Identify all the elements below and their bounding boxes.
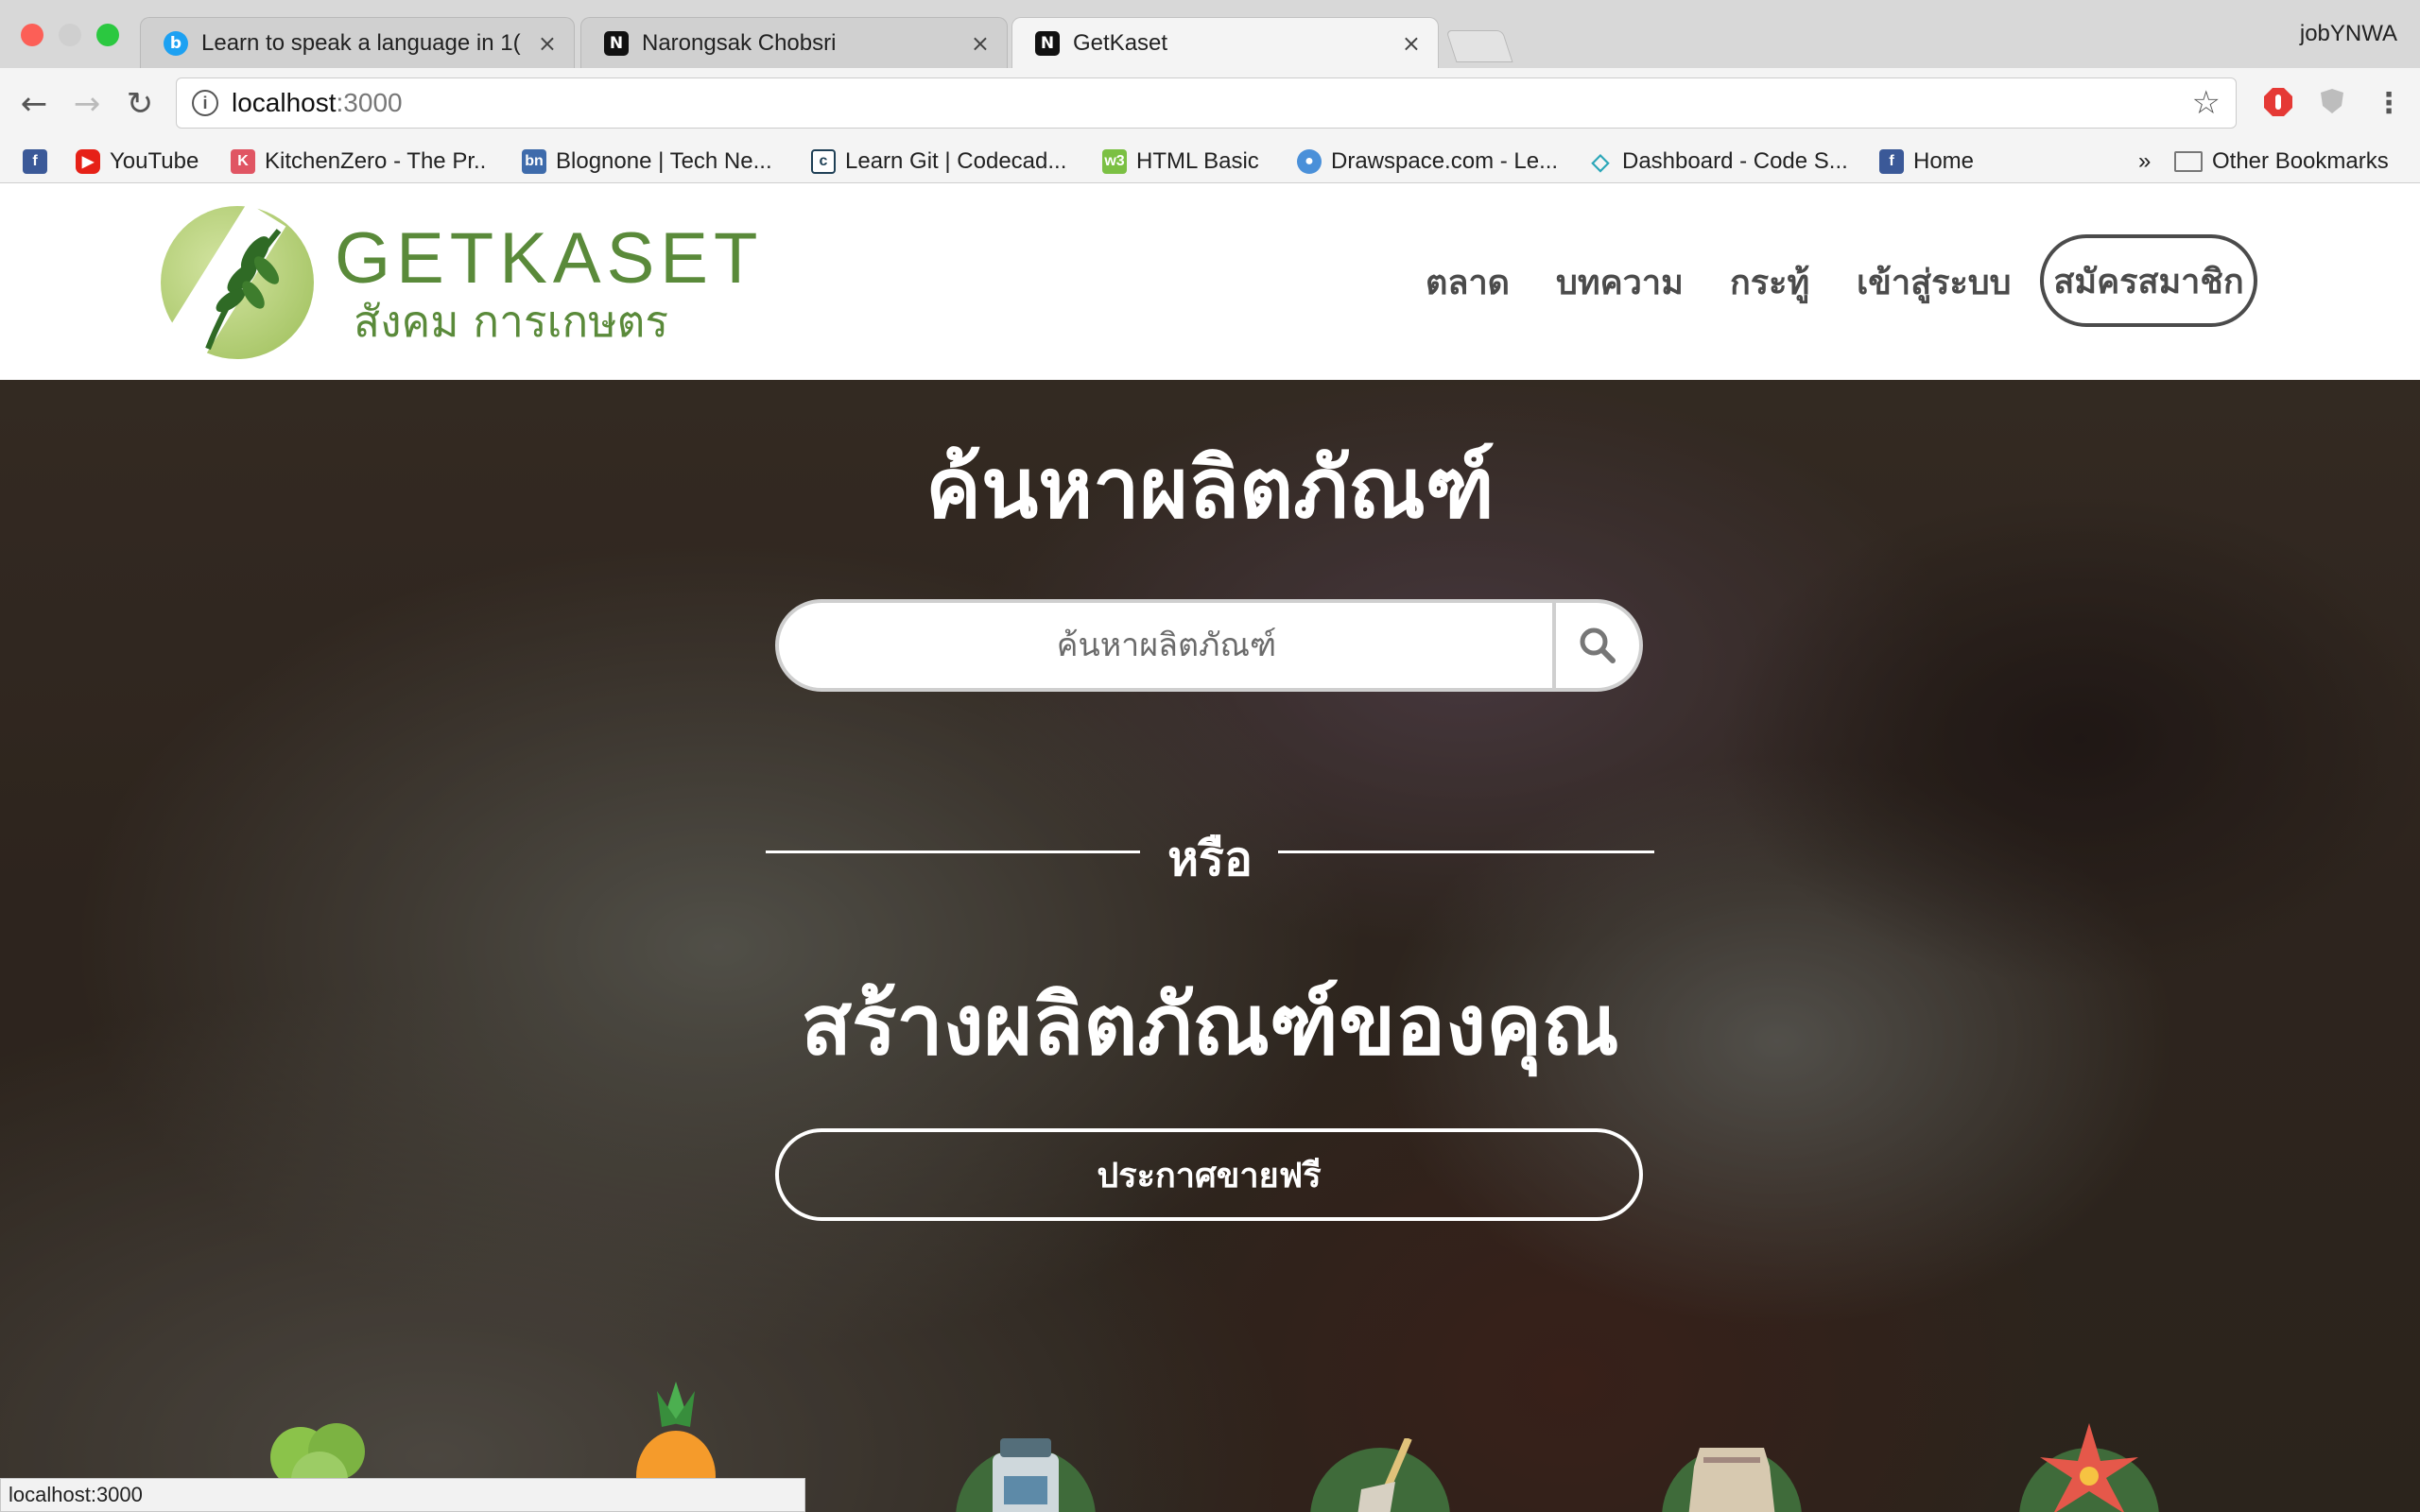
jar-icon[interactable]	[955, 1438, 1097, 1512]
profile-name[interactable]: jobYNWA	[2300, 21, 2397, 47]
back-arrow-icon[interactable]: ←	[15, 85, 53, 123]
bookmark-codecademy[interactable]: c Learn Git | Codecad...	[811, 146, 1066, 178]
flower-icon[interactable]	[2014, 1419, 2165, 1512]
bookmarks-overflow-button[interactable]: »	[2138, 146, 2151, 178]
tab-title: GetKaset	[1073, 29, 1168, 56]
browser-tab[interactable]: N Narongsak Chobsri ×	[580, 17, 1008, 68]
site-header: GETKASET สังคม การเกษตร ตลาด บทความ กระท…	[0, 183, 2420, 380]
shovel-icon[interactable]	[1305, 1438, 1456, 1512]
bookmark-label: Blognone | Tech Ne...	[556, 148, 772, 174]
kitchenzero-icon: K	[231, 149, 255, 174]
duolingo-favicon-icon: b	[164, 30, 188, 56]
bookmark-html-basic[interactable]: w3 HTML Basic	[1102, 146, 1259, 178]
hero-heading: ค้นหาผลิตภัณฑ์	[925, 439, 1495, 537]
adblock-extension-icon[interactable]	[2263, 87, 2293, 125]
bookmark-label: YouTube	[110, 148, 199, 174]
new-tab-button[interactable]	[1445, 30, 1513, 62]
blognone-icon: bn	[522, 149, 546, 174]
drawspace-icon: ●	[1297, 149, 1322, 174]
post-free-listing-button[interactable]: ประกาศขายฟรี	[775, 1128, 1643, 1221]
codecademy-icon: c	[811, 149, 836, 174]
minimize-window-button[interactable]	[59, 24, 81, 46]
bookmark-label: HTML Basic	[1136, 148, 1259, 174]
code-diamond-icon: ◇	[1591, 148, 1610, 175]
wheat-leaf-icon	[205, 229, 282, 351]
notion-favicon-icon: N	[1035, 30, 1060, 56]
close-tab-icon[interactable]: ×	[538, 30, 557, 57]
nav-market[interactable]: ตลาด	[1426, 255, 1510, 309]
bookmark-drawspace[interactable]: ● Drawspace.com - Le...	[1297, 146, 1558, 178]
nav-articles[interactable]: บทความ	[1556, 255, 1684, 309]
url-host: localhost	[232, 88, 337, 117]
w3schools-icon: w3	[1102, 149, 1127, 174]
facebook-icon: f	[23, 149, 47, 174]
bookmark-label: Learn Git | Codecad...	[845, 148, 1067, 174]
tab-title: Narongsak Chobsri	[642, 29, 837, 56]
menu-kebab-icon[interactable]: ⋮	[2375, 87, 2403, 120]
reload-icon[interactable]: ↻	[121, 85, 159, 123]
search-input[interactable]	[779, 603, 1554, 688]
bookmark-blognone[interactable]: bn Blognone | Tech Ne...	[522, 146, 772, 178]
shield-extension-icon[interactable]	[2318, 87, 2346, 123]
tab-title: Learn to speak a language in 1(	[201, 29, 521, 56]
close-tab-icon[interactable]: ×	[971, 30, 990, 57]
product-search-box	[775, 599, 1643, 692]
bookmark-kitchenzero[interactable]: K KitchenZero - The Pr..	[231, 146, 486, 178]
nav-login[interactable]: เข้าสู่ระบบ	[1857, 255, 2011, 309]
divider-line	[1278, 850, 1654, 853]
browser-tab[interactable]: b Learn to speak a language in 1( ×	[140, 17, 575, 68]
bookmark-label: Drawspace.com - Le...	[1331, 148, 1559, 174]
notion-favicon-icon: N	[604, 30, 629, 56]
browser-toolbar: ← → ↻ i localhost :3000 ☆ ⋮	[0, 68, 2420, 140]
rice-sack-icon[interactable]	[1656, 1438, 1807, 1512]
folder-icon	[2174, 151, 2203, 172]
bookmark-label: KitchenZero - The Pr..	[265, 148, 487, 174]
logo-title[interactable]: GETKASET	[335, 221, 763, 297]
hero-section: ค้นหาผลิตภัณฑ์ หรือ สร้างผลิตภัณฑ์ของคุณ…	[0, 380, 2420, 1512]
info-icon[interactable]: i	[192, 90, 218, 116]
bookmark-label: Dashboard - Code S...	[1622, 148, 1848, 174]
facebook-icon: f	[1879, 149, 1904, 174]
browser-tab-bar: b Learn to speak a language in 1( × N Na…	[0, 0, 2420, 68]
search-icon	[1580, 627, 1616, 663]
or-label: หรือ	[1167, 832, 1253, 886]
bookmark-youtube[interactable]: ▶ YouTube	[76, 146, 199, 178]
url-port: :3000	[336, 88, 403, 117]
other-bookmarks[interactable]: Other Bookmarks	[2174, 146, 2389, 178]
bookmark-star-icon[interactable]: ☆	[2192, 84, 2221, 122]
status-bar-url: localhost:3000	[0, 1478, 805, 1512]
bookmark-codeschool[interactable]: ◇ Dashboard - Code S...	[1588, 146, 1848, 178]
close-tab-icon[interactable]: ×	[1402, 30, 1421, 57]
close-window-button[interactable]	[21, 24, 43, 46]
browser-tab-active[interactable]: N GetKaset ×	[1011, 17, 1439, 68]
zoom-window-button[interactable]	[96, 24, 119, 46]
address-bar[interactable]: i localhost :3000 ☆	[176, 77, 2237, 129]
bookmarks-bar: f ▶ YouTube K KitchenZero - The Pr.. bn …	[0, 140, 2420, 183]
hero-subheading: สร้างผลิตภัณฑ์ของคุณ	[801, 976, 1619, 1074]
logo-subtitle: สังคม การเกษตร	[354, 296, 669, 347]
bookmark-label: Home	[1913, 148, 1975, 174]
search-button[interactable]	[1552, 603, 1639, 688]
or-divider: หรือ	[766, 822, 1654, 886]
bookmark-label: Other Bookmarks	[2212, 148, 2389, 174]
youtube-icon: ▶	[76, 149, 100, 174]
nav-forum[interactable]: กระทู้	[1730, 255, 1809, 309]
forward-arrow-icon[interactable]: →	[68, 85, 106, 123]
signup-button[interactable]: สมัครสมาชิก	[2040, 234, 2257, 327]
bookmark-home[interactable]: f Home	[1879, 146, 1974, 178]
bookmark-facebook[interactable]: f	[23, 146, 57, 178]
